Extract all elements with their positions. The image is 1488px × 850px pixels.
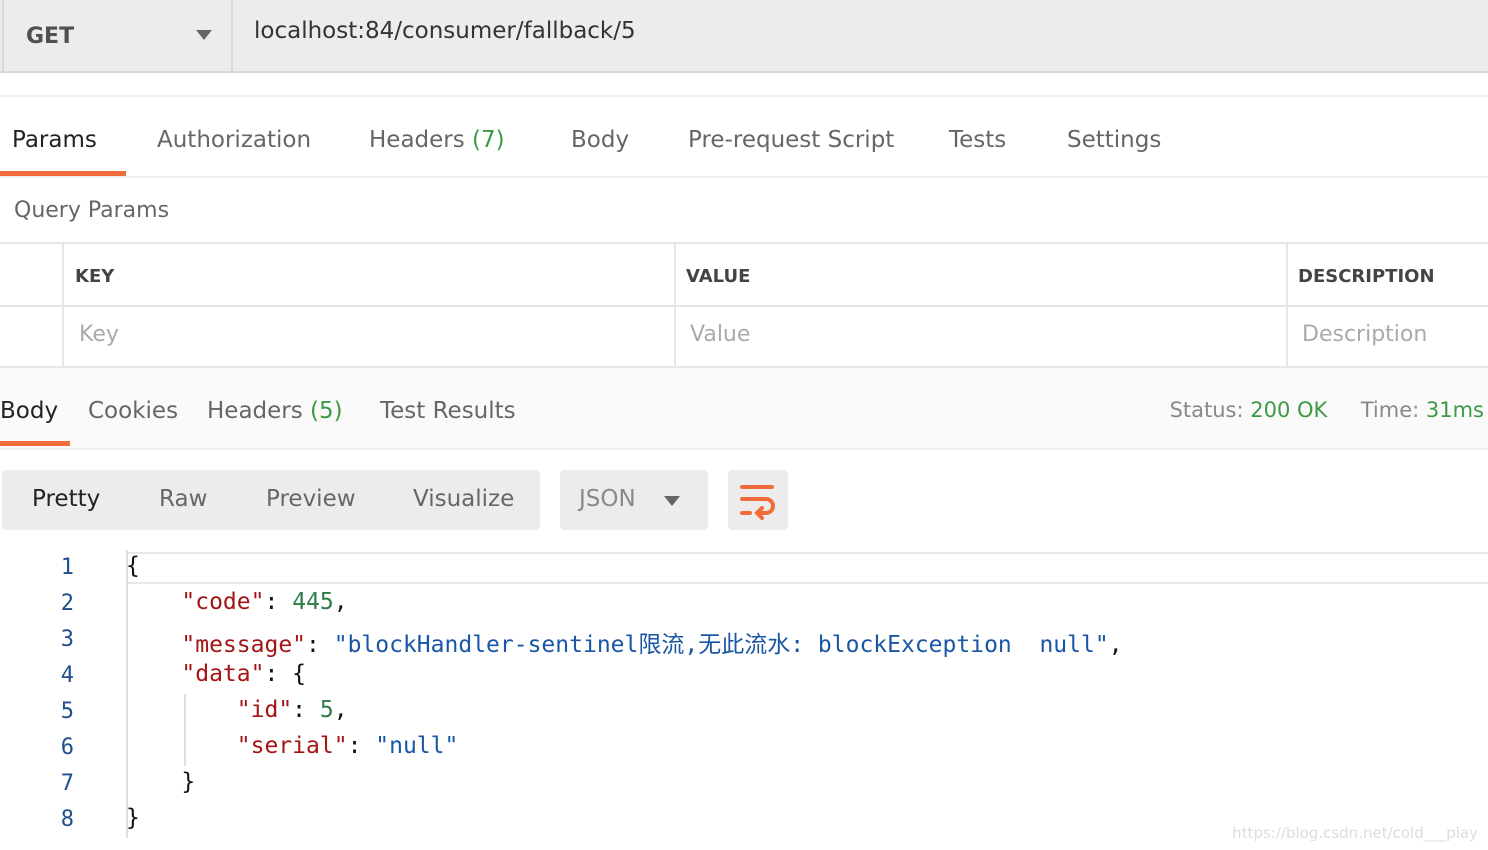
key-input[interactable]: Key <box>79 322 119 347</box>
code-line: "serial": "null" <box>236 733 459 759</box>
column-key: KEY <box>75 266 115 287</box>
response-tabs: Body Cookies Headers (5) Test Results St… <box>0 368 1488 450</box>
code-line: "message": "blockHandler-sentinel限流,无此流水… <box>181 632 1123 658</box>
tab-pre-request-script[interactable]: Pre-request Script <box>688 127 894 153</box>
tab-body[interactable]: Body <box>571 127 629 153</box>
line-number: 3 <box>60 627 74 652</box>
response-status: Status: 200 OK Time: 31ms <box>1169 398 1484 422</box>
code-line: } <box>126 769 196 795</box>
view-visualize[interactable]: Visualize <box>413 486 514 512</box>
line-number: 5 <box>60 699 74 724</box>
tab-tests[interactable]: Tests <box>949 127 1006 153</box>
line-number: 2 <box>60 591 74 616</box>
chevron-down-icon <box>664 496 680 506</box>
view-pretty[interactable]: Pretty <box>32 486 100 512</box>
line-number: 7 <box>60 771 74 796</box>
tab-response-headers[interactable]: Headers (5) <box>207 398 343 424</box>
code-line: { <box>126 553 140 579</box>
line-number: 8 <box>60 807 74 832</box>
view-mode-group: Pretty Raw Preview Visualize <box>2 470 540 530</box>
line-number: 6 <box>60 735 74 760</box>
code-line: "code": 445, <box>181 589 348 615</box>
view-raw[interactable]: Raw <box>159 486 207 512</box>
column-value: VALUE <box>686 266 751 287</box>
tab-params[interactable]: Params <box>12 127 97 153</box>
tab-response-body[interactable]: Body <box>0 398 58 424</box>
tab-settings[interactable]: Settings <box>1067 127 1161 153</box>
active-tab-indicator <box>0 171 126 176</box>
description-input[interactable]: Description <box>1302 322 1427 347</box>
url-input[interactable]: localhost:84/consumer/fallback/5 <box>254 18 636 44</box>
format-select[interactable]: JSON <box>560 470 708 530</box>
method-label: GET <box>26 23 75 49</box>
code-line: "id": 5, <box>236 697 348 723</box>
wrap-lines-button[interactable] <box>728 470 788 530</box>
watermark: https://blog.csdn.net/cold___play <box>1232 824 1478 842</box>
code-line: } <box>126 805 140 831</box>
query-params-table: KEY VALUE DESCRIPTION Key Value Descript… <box>0 242 1488 368</box>
view-preview[interactable]: Preview <box>266 486 356 512</box>
url-bar: GET localhost:84/consumer/fallback/5 <box>0 0 1488 73</box>
tab-test-results[interactable]: Test Results <box>380 398 516 424</box>
request-tabs: Params Authorization Headers (7) Body Pr… <box>0 95 1488 178</box>
active-tab-indicator <box>0 441 70 446</box>
active-line-highlight <box>126 552 1488 584</box>
wrap-icon <box>740 485 775 520</box>
chevron-down-icon <box>196 30 212 40</box>
tab-cookies[interactable]: Cookies <box>88 398 178 424</box>
code-line: "data": { <box>181 661 307 687</box>
tab-headers[interactable]: Headers (7) <box>369 127 505 153</box>
format-label: JSON <box>579 486 636 512</box>
method-select[interactable]: GET <box>2 0 233 72</box>
response-body-editor[interactable]: 1 2 3 4 5 6 7 8 { "code": 445, "message"… <box>0 550 1488 850</box>
line-number: 4 <box>60 663 74 688</box>
line-number: 1 <box>60 555 74 580</box>
value-input[interactable]: Value <box>690 322 750 347</box>
query-params-title: Query Params <box>14 198 170 223</box>
column-description: DESCRIPTION <box>1298 266 1435 287</box>
tab-authorization[interactable]: Authorization <box>157 127 311 153</box>
